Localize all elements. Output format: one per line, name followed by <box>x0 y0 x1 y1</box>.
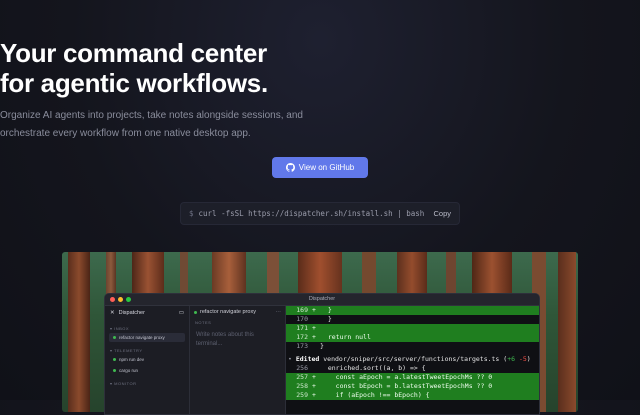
app-window: Dispatcher ✕ Dispatcher ▭ ▾ INBOX refact… <box>104 293 540 415</box>
terminal-pane[interactable]: 169 + } 170 } 171 +172 + return null 173} • Ed… <box>286 306 539 414</box>
line-number: 256 <box>296 364 308 372</box>
sidebar: ✕ Dispatcher ▭ ▾ INBOX refactor navigate… <box>105 306 190 414</box>
code-text: const bEpoch = b.latestTweetEpochMs ?? 0 <box>320 382 493 390</box>
diff-marker: + <box>312 333 316 341</box>
notes-menu-icon[interactable]: ⋯ <box>276 309 282 315</box>
hero-title: Your command center for agentic workflow… <box>0 38 640 98</box>
diff-marker: + <box>312 391 316 399</box>
lines-added: +6 <box>507 355 516 363</box>
code-text: const aEpoch = a.latestTweetEpochMs ?? 0 <box>320 373 493 381</box>
edited-file-path: vendor/sniper/src/server/functions/targe… <box>323 355 500 363</box>
diff-marker: + <box>312 382 316 390</box>
status-dot-icon <box>113 369 116 372</box>
notes-placeholder: terminal... <box>196 341 223 347</box>
diff-marker: + <box>312 373 316 381</box>
copy-button[interactable]: Copy <box>433 209 451 218</box>
section-label: MONITOR <box>114 381 137 386</box>
section-inbox[interactable]: ▾ INBOX <box>105 326 189 331</box>
chevron-down-icon: ▾ <box>110 381 113 386</box>
chevron-down-icon: ▾ <box>110 326 113 331</box>
diff-marker: + <box>312 306 316 314</box>
section-label: INBOX <box>114 326 130 331</box>
hero-subtitle-line-1: Organize AI agents into projects, take n… <box>0 110 303 121</box>
diff-line: 173} <box>286 342 539 351</box>
chevron-down-icon: ▾ <box>110 348 113 353</box>
line-number: 173 <box>296 342 308 350</box>
sidebar-item-label: cargo run <box>119 368 139 373</box>
notes-label: NOTES <box>195 320 212 325</box>
hero-subtitle-line-2: orchestrate every workflow from one nati… <box>0 128 251 139</box>
status-dot-icon <box>113 358 116 361</box>
line-number: 171 <box>296 324 308 332</box>
notes-placeholder: Write notes about this <box>196 332 254 338</box>
install-prompt: $ <box>189 209 194 218</box>
diff-line: 257 + const aEpoch = a.latestTweetEpochMs… <box>286 373 539 382</box>
status-dot-icon <box>113 336 116 339</box>
hero-title-line-2: for agentic workflows. <box>0 68 268 98</box>
diff-line: 170 } <box>286 315 539 324</box>
session-title: refactor navigate proxy <box>200 309 256 315</box>
diff-line: 259 + if (aEpoch !== bEpoch) { <box>286 391 539 400</box>
line-number: 172 <box>296 333 308 341</box>
hero-title-line-1: Your command center <box>0 38 267 68</box>
sidebar-item-label: refactor navigate proxy <box>119 335 165 340</box>
section-monitor[interactable]: ▾ MONITOR <box>105 381 189 386</box>
view-on-github-button[interactable]: View on GitHub <box>272 157 368 178</box>
diff-line: 169 + } <box>286 306 539 315</box>
notes-textarea[interactable]: Write notes about this terminal... <box>190 327 285 353</box>
sidebar-item-cargo-run[interactable]: cargo run <box>109 366 185 375</box>
diff-line: 258 + const bEpoch = b.latestTweetEpochMs… <box>286 382 539 391</box>
sidebar-item-label: npm run dev <box>119 357 145 362</box>
line-number: 257 <box>296 373 308 381</box>
diff-line: 172 + return null <box>286 333 539 342</box>
diff-marker: + <box>312 324 316 332</box>
line-number: 169 <box>296 306 308 314</box>
sidebar-item-npm-run-dev[interactable]: npm run dev <box>109 355 185 364</box>
edit-keyword: Edited <box>295 355 320 363</box>
diff-line: 256 enriched.sort((a, b) => { <box>286 364 539 373</box>
bullet-icon: • <box>288 355 292 363</box>
code-text: } <box>320 306 332 314</box>
window-titlebar: Dispatcher <box>105 294 539 306</box>
section-label: TELEMETRY <box>114 348 143 353</box>
line-number: 170 <box>296 315 308 323</box>
code-text: enriched.sort((a, b) => { <box>320 364 426 372</box>
maximize-window-button[interactable] <box>126 297 131 302</box>
status-dot-icon <box>194 310 197 314</box>
close-window-button[interactable] <box>110 297 115 302</box>
code-text: if (aEpoch !== bEpoch) { <box>320 391 430 399</box>
edit-summary-line: • Edited vendor/sniper/src/server/functi… <box>288 355 531 363</box>
code-text: } <box>320 315 332 323</box>
code-text: return null <box>320 333 371 341</box>
line-number: 259 <box>296 391 308 399</box>
notes-panel: refactor navigate proxy ⋯ NOTES Write no… <box>190 306 286 414</box>
code-text: } <box>320 342 324 350</box>
section-telemetry[interactable]: ▾ TELEMETRY <box>105 348 189 353</box>
install-command-box: $ curl -fsSL https://dispatcher.sh/insta… <box>180 202 460 225</box>
sidebar-app-name: Dispatcher <box>118 310 145 316</box>
line-number: 258 <box>296 382 308 390</box>
window-title: Dispatcher <box>308 296 336 302</box>
dispatcher-logo-icon: ✕ <box>110 310 115 316</box>
sidebar-item-refactor[interactable]: refactor navigate proxy <box>109 333 185 342</box>
github-icon <box>285 163 295 172</box>
sidebar-toggle-icon[interactable]: ▭ <box>179 310 184 316</box>
install-command[interactable]: curl -fsSL https://dispatcher.sh/install… <box>199 209 434 218</box>
lines-removed: -5 <box>518 355 527 363</box>
minimize-window-button[interactable] <box>118 297 123 302</box>
diff-line: 171 + <box>286 324 539 333</box>
view-on-github-label: View on GitHub <box>298 163 355 172</box>
hero-subtitle: Organize AI agents into projects, take n… <box>0 107 640 143</box>
